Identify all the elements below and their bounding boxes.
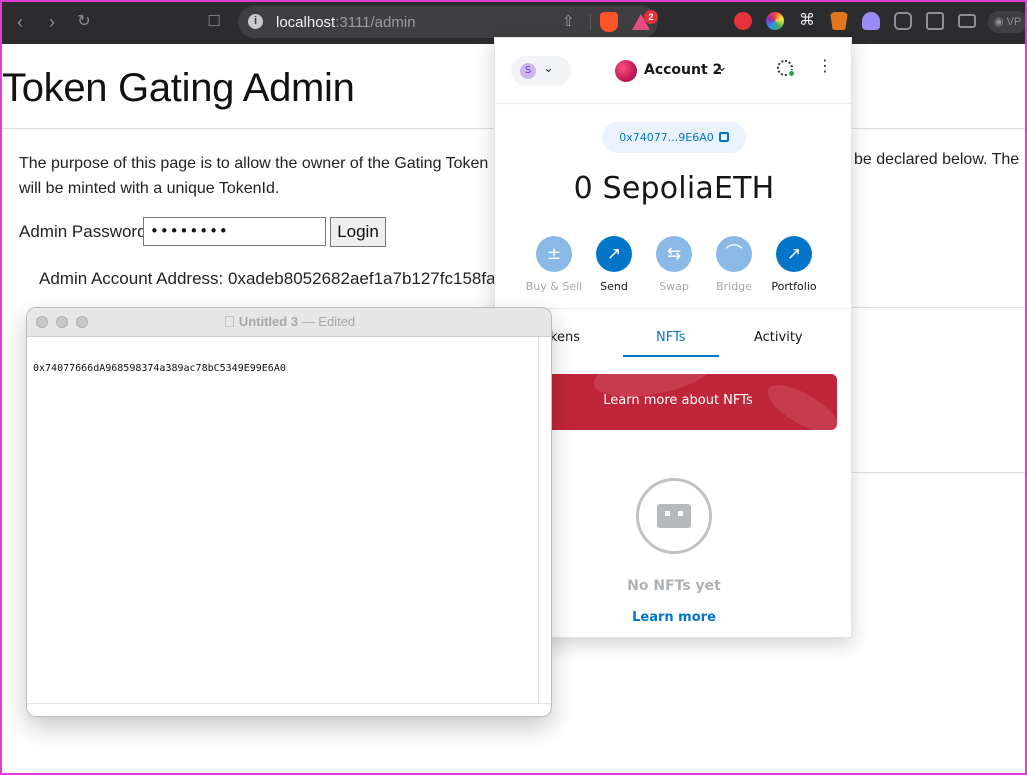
- password-label: Admin Password: [19, 222, 147, 241]
- network-selector[interactable]: S ⌄: [511, 56, 571, 86]
- bookmark-icon[interactable]: ☐: [202, 10, 226, 34]
- document-icon: [224, 316, 234, 327]
- address-url[interactable]: localhost:3111/admin: [276, 14, 416, 31]
- document-status: Edited: [318, 314, 356, 329]
- vpn-icon: ◉: [994, 16, 1004, 28]
- learn-nfts-banner[interactable]: Learn more about NFTs: [533, 374, 837, 430]
- textedit-window: Untitled 3 — Edited 0x74077666dA96859837…: [26, 307, 552, 717]
- portfolio-icon: ↗: [776, 236, 812, 272]
- account-balance: 0 SepoliaETH: [573, 171, 775, 206]
- purpose-continuation: be declared below. The: [854, 151, 1020, 168]
- sidebar-toggle-icon[interactable]: [926, 12, 944, 30]
- site-info-icon[interactable]: i: [248, 14, 263, 29]
- address-bar[interactable]: i localhost:3111/admin ⇧ 2: [238, 6, 658, 38]
- document-name: Untitled 3: [238, 314, 299, 329]
- forward-icon[interactable]: ›: [40, 10, 64, 34]
- connection-status-dot: [788, 70, 795, 77]
- swap-label: Swap: [659, 280, 689, 293]
- tab-nfts[interactable]: NFTs: [656, 330, 686, 345]
- bridge-button[interactable]: ⌒ Bridge: [704, 236, 764, 293]
- copy-icon: [718, 132, 729, 142]
- page-title: Token Gating Admin: [2, 66, 355, 110]
- bridge-label: Bridge: [716, 280, 752, 293]
- account-avatar: [615, 60, 637, 82]
- copy-address-button[interactable]: 0x74077...9E6A0: [602, 122, 746, 153]
- account-address: 0x74077...9E6A0: [619, 131, 714, 144]
- space-invader-icon: [657, 504, 691, 528]
- active-tab-indicator: [623, 355, 719, 357]
- omnibox-divider: [590, 14, 591, 30]
- rewards-badge: 2: [644, 10, 658, 24]
- section-divider: [852, 307, 1027, 308]
- brave-shields-icon[interactable]: [600, 12, 618, 32]
- send-icon: ↗: [596, 236, 632, 272]
- empty-nft-icon: [636, 478, 712, 554]
- url-path: :3111/admin: [335, 14, 416, 31]
- window-titlebar[interactable]: Untitled 3 — Edited: [27, 308, 551, 337]
- send-button[interactable]: ↗ Send: [584, 236, 644, 293]
- purpose-line-1: The purpose of this page is to allow the…: [19, 155, 489, 172]
- more-options-icon[interactable]: ⋮: [817, 58, 833, 74]
- portfolio-button[interactable]: ↗ Portfolio: [764, 236, 824, 293]
- banner-text: Learn more about NFTs: [603, 393, 753, 408]
- section-divider-2: [852, 472, 1027, 473]
- purpose-line-2: will be minted with a unique TokenId.: [19, 180, 280, 197]
- vpn-button[interactable]: ◉ VP: [988, 11, 1027, 33]
- color-extension-icon[interactable]: [766, 12, 784, 30]
- ghost-extension-icon[interactable]: [862, 12, 880, 30]
- bridge-icon: ⌒: [716, 236, 752, 272]
- buy-sell-button[interactable]: ± Buy & Sell: [524, 236, 584, 293]
- window-bottom-edge: [27, 703, 551, 716]
- vpn-label: VP: [1006, 16, 1022, 28]
- account-name: Account 2: [644, 62, 723, 78]
- chevron-down-icon: ⌄: [543, 61, 554, 76]
- header-divider: [495, 103, 851, 104]
- command-extension-icon[interactable]: ⌘: [798, 12, 816, 30]
- portfolio-label: Portfolio: [771, 280, 817, 293]
- stop-extension-icon[interactable]: [734, 12, 752, 30]
- extensions-puzzle-icon[interactable]: [894, 12, 912, 30]
- share-icon[interactable]: ⇧: [562, 12, 575, 30]
- login-button[interactable]: Login: [330, 217, 386, 247]
- back-icon[interactable]: ‹: [8, 10, 32, 34]
- admin-account-address: Admin Account Address: 0xadeb8052682aef1…: [39, 269, 515, 288]
- buy-sell-label: Buy & Sell: [525, 280, 583, 293]
- network-avatar: S: [520, 63, 536, 79]
- metamask-fox-icon[interactable]: [830, 12, 848, 30]
- document-text[interactable]: 0x74077666dA968598374a389ac78bC5349E99E6…: [33, 363, 286, 374]
- chevron-down-icon: ⌄: [716, 59, 728, 75]
- wallet-icon[interactable]: [958, 14, 976, 28]
- swap-icon: ⇆: [656, 236, 692, 272]
- password-input[interactable]: ••••••••: [143, 217, 326, 246]
- document-body[interactable]: 0x74077666dA968598374a389ac78bC5349E99E6…: [27, 337, 539, 703]
- buy-sell-icon: ±: [536, 236, 572, 272]
- swap-button[interactable]: ⇆ Swap: [644, 236, 704, 293]
- send-label: Send: [600, 280, 628, 293]
- window-title: Untitled 3 — Edited: [27, 314, 551, 329]
- tab-activity[interactable]: Activity: [754, 330, 803, 345]
- reload-icon[interactable]: ↻: [72, 10, 96, 34]
- url-host: localhost: [276, 14, 336, 31]
